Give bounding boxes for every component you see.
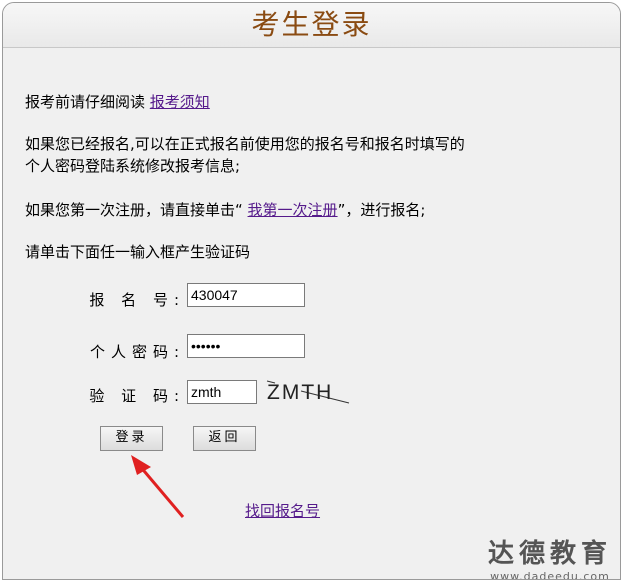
captcha-label: 验 证 码:	[89, 387, 185, 405]
reg-no-input[interactable]	[187, 283, 305, 307]
first-time-suffix: ”，进行报名;	[337, 201, 426, 219]
registered-line-2: 个人密码登陆系统修改报考信息;	[25, 157, 241, 175]
captcha-input[interactable]	[187, 380, 257, 404]
login-panel: 考生登录 报考前请仔细阅读 报考须知 如果您已经报名,可以在正式报名前使用您的报…	[2, 2, 621, 580]
login-button[interactable]: 登录	[100, 426, 163, 451]
captcha-hint: 请单击下面任一输入框产生验证码	[25, 243, 251, 261]
notice-prefix: 报考前请仔细阅读	[25, 93, 150, 111]
password-input[interactable]	[187, 334, 305, 358]
watermark-logo-text: 达德教育	[487, 539, 612, 569]
watermark-url: www.dadeedu.com	[490, 570, 610, 580]
page-title: 考生登录	[251, 8, 372, 41]
first-time-prefix: 如果您第一次注册，请直接单击“	[25, 201, 248, 219]
recover-reg-no-link[interactable]: 找回报名号	[245, 500, 320, 521]
captcha-text: ZMTH	[267, 381, 333, 404]
password-label: 个人密码:	[89, 343, 185, 361]
first-time-line: 如果您第一次注册，请直接单击“ 我第一次注册”，进行报名;	[25, 199, 425, 221]
registered-text: 如果您已经报名,可以在正式报名前使用您的报名号和报名时填写的 个人密码登陆系统修…	[25, 133, 465, 177]
registered-line-1: 如果您已经报名,可以在正式报名前使用您的报名号和报名时填写的	[25, 135, 465, 153]
first-registration-link[interactable]: 我第一次注册	[248, 201, 338, 219]
red-arrow-annotation	[131, 455, 185, 518]
watermark: 达德教育 www.dadeedu.com	[487, 533, 612, 580]
notice-link[interactable]: 报考须知	[150, 93, 210, 111]
header-bar: 考生登录	[3, 3, 620, 48]
notice-line: 报考前请仔细阅读 报考须知	[25, 91, 210, 113]
captcha-image[interactable]: ZMTH	[261, 377, 353, 407]
back-button[interactable]: 返回	[193, 426, 256, 451]
reg-no-label: 报 名 号:	[89, 291, 185, 309]
